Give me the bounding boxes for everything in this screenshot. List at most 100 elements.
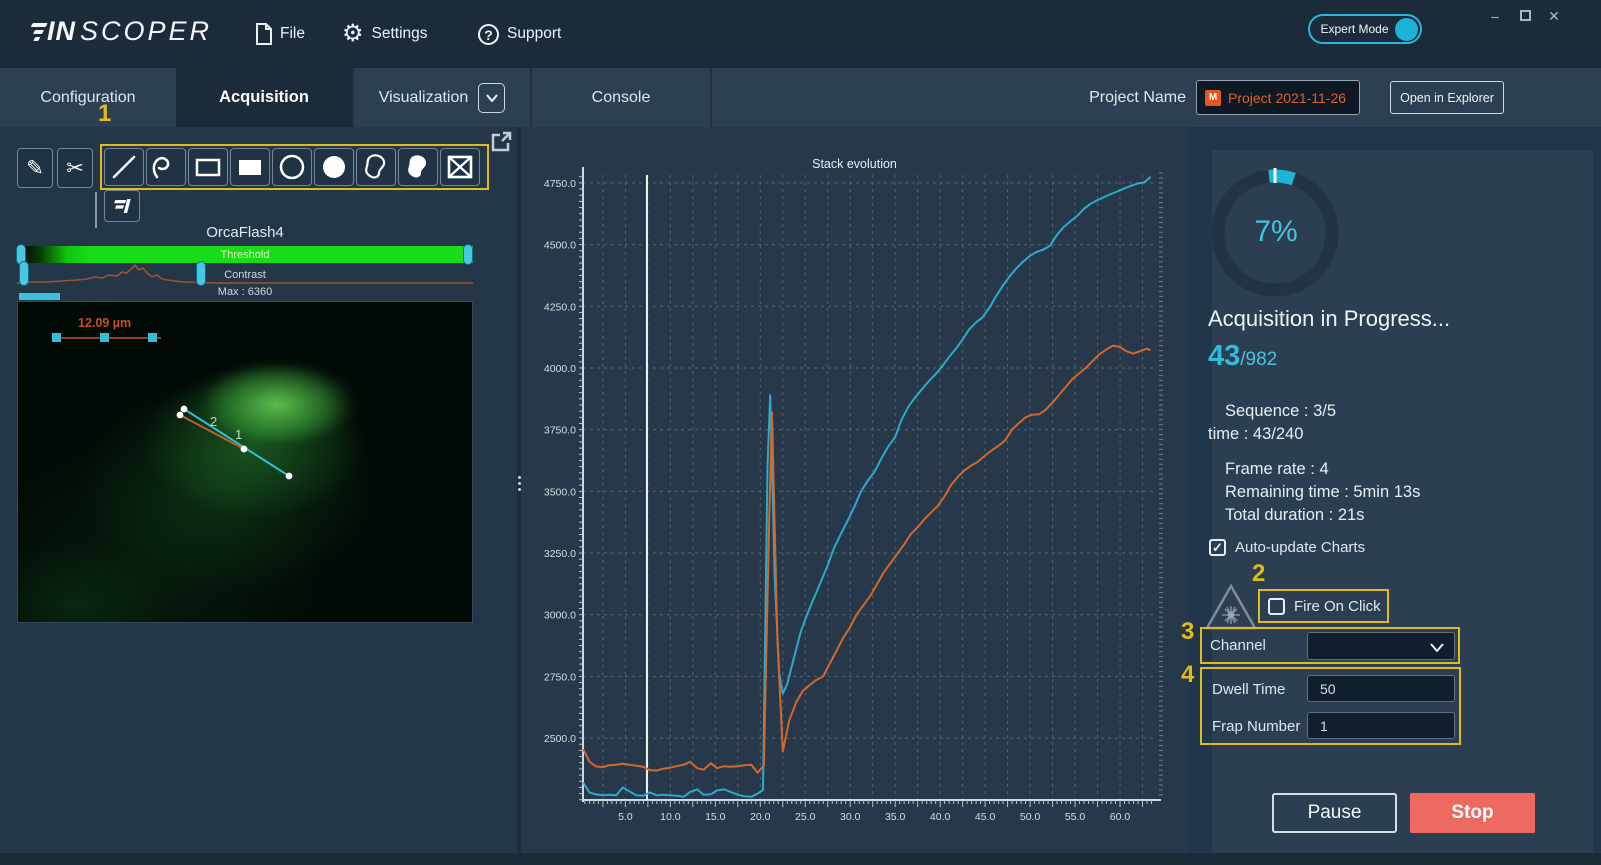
svg-text:30.0: 30.0 bbox=[840, 811, 861, 823]
roi-point bbox=[285, 472, 293, 480]
menu-settings[interactable]: ⚙ Settings bbox=[342, 0, 428, 68]
remaining-time-info: Remaining time : 5min 13s bbox=[1225, 483, 1421, 501]
menu-support[interactable]: ? Support bbox=[478, 0, 561, 68]
pencil-icon: ✎ bbox=[26, 156, 44, 180]
close-button[interactable]: ✕ bbox=[1543, 6, 1565, 26]
dwell-time-label: Dwell Time bbox=[1212, 681, 1286, 698]
svg-text:15.0: 15.0 bbox=[705, 811, 726, 823]
minimize-button[interactable]: – bbox=[1484, 6, 1506, 26]
fire-on-click-label: Fire On Click bbox=[1294, 597, 1381, 615]
time-info: time : 43/240 bbox=[1208, 425, 1304, 443]
circle-outline-icon bbox=[279, 154, 305, 180]
auto-update-charts-row: ✓ Auto-update Charts bbox=[1209, 539, 1365, 556]
threshold-handle-right[interactable] bbox=[463, 244, 473, 265]
annotation-1: 1 bbox=[98, 100, 112, 127]
tab-configuration[interactable]: Configuration bbox=[0, 68, 176, 127]
auto-update-label: Auto-update Charts bbox=[1235, 539, 1366, 556]
menu-file-label: File bbox=[280, 25, 305, 42]
camera-name: OrcaFlash4 bbox=[206, 224, 284, 241]
menu-support-label: Support bbox=[507, 25, 562, 42]
panel-splitter[interactable] bbox=[517, 127, 521, 865]
freeform-filled-icon bbox=[408, 155, 427, 178]
toolbar-separator bbox=[95, 192, 97, 228]
box-x-icon bbox=[447, 155, 473, 179]
expert-mode-toggle[interactable]: Expert Mode bbox=[1308, 14, 1422, 44]
svg-text:4000.0: 4000.0 bbox=[544, 363, 576, 375]
draw-tool-button[interactable]: ✎ bbox=[17, 148, 53, 188]
open-in-explorer-button[interactable]: Open in Explorer bbox=[1390, 81, 1504, 114]
rectangle-filled-tool-button[interactable] bbox=[230, 148, 270, 186]
toggle-knob bbox=[1395, 17, 1418, 41]
project-name-label: Project Name bbox=[1089, 88, 1186, 106]
tab-console[interactable]: Console bbox=[532, 68, 710, 127]
pause-button[interactable]: Pause bbox=[1272, 793, 1397, 833]
cut-tool-button[interactable]: ✂ bbox=[57, 148, 93, 188]
chart-panel: 2500.0 2750.0 3000.0 3250.0 3500.0 3750.0 4000… bbox=[521, 127, 1188, 865]
svg-text:40.0: 40.0 bbox=[930, 811, 951, 823]
svg-text:10.0: 10.0 bbox=[660, 811, 681, 823]
stop-button[interactable]: Stop bbox=[1410, 793, 1535, 833]
circle-outline-tool-button[interactable] bbox=[272, 148, 312, 186]
inscoper-send-button[interactable] bbox=[104, 190, 140, 222]
tab-visualization[interactable]: Visualization bbox=[354, 68, 530, 127]
acquisition-status-text: Acquisition in Progress... bbox=[1208, 306, 1451, 331]
fire-on-click-checkbox[interactable] bbox=[1268, 597, 1285, 615]
svg-text:45.0: 45.0 bbox=[975, 811, 996, 823]
freeform-outline-tool-button[interactable] bbox=[356, 148, 396, 186]
menu-file[interactable]: File bbox=[255, 0, 305, 68]
svg-text:4500.0: 4500.0 bbox=[544, 240, 576, 252]
laser-warning-icon bbox=[1204, 583, 1258, 630]
circle-filled-tool-button[interactable] bbox=[314, 148, 354, 186]
expert-mode-label: Expert Mode bbox=[1320, 22, 1389, 36]
popout-panel-button[interactable] bbox=[491, 131, 512, 157]
application-window: IN SCOPER File ⚙ Settings ? Support Expe… bbox=[0, 0, 1601, 865]
svg-text:35.0: 35.0 bbox=[885, 811, 906, 823]
image-overlays: 12.09 µm 2 1 bbox=[52, 316, 293, 480]
channel-dropdown[interactable] bbox=[1307, 632, 1455, 660]
annotation-3: 3 bbox=[1181, 618, 1195, 645]
roi-label-2: 2 bbox=[210, 414, 217, 429]
dwell-time-input[interactable] bbox=[1307, 675, 1455, 702]
live-image-view[interactable]: 12.09 µm 2 1 bbox=[17, 301, 473, 623]
roi-point bbox=[180, 405, 188, 413]
auto-update-checkbox[interactable]: ✓ bbox=[1209, 539, 1226, 556]
threshold-slider[interactable]: Threshold bbox=[17, 246, 473, 263]
tab-acquisition[interactable]: Acquisition bbox=[176, 68, 352, 127]
threshold-label: Threshold bbox=[220, 248, 270, 261]
svg-text:25.0: 25.0 bbox=[795, 811, 816, 823]
curve-tool-button[interactable] bbox=[146, 148, 186, 186]
project-name-value: Project 2021-11-26 bbox=[1228, 89, 1347, 106]
scale-handle-right bbox=[148, 333, 157, 342]
maximize-button[interactable] bbox=[1514, 6, 1536, 26]
tab-bar: Configuration Acquisition Visualization … bbox=[0, 68, 1601, 127]
logo-text: SCOPER bbox=[80, 16, 213, 46]
menu-settings-label: Settings bbox=[371, 25, 428, 42]
frap-settings-group: Dwell Time Frap Number bbox=[1200, 667, 1461, 745]
rectangle-outline-tool-button[interactable] bbox=[188, 148, 228, 186]
splitter-handle-icon[interactable] bbox=[515, 476, 523, 491]
frap-number-input[interactable] bbox=[1307, 712, 1455, 739]
svg-text:20.0: 20.0 bbox=[750, 811, 771, 823]
contrast-handle-right[interactable] bbox=[196, 261, 206, 286]
svg-text:2500.0: 2500.0 bbox=[544, 733, 576, 745]
circle-filled-icon bbox=[323, 156, 345, 178]
project-name-field[interactable]: M Project 2021-11-26 bbox=[1196, 80, 1360, 115]
chevron-down-icon bbox=[1430, 643, 1444, 652]
contrast-handle-left[interactable] bbox=[19, 261, 29, 286]
rectangle-outline-icon bbox=[195, 158, 221, 177]
line-tool-button[interactable] bbox=[104, 148, 144, 186]
question-icon: ? bbox=[478, 23, 499, 45]
roi-point bbox=[240, 445, 248, 453]
inscoper-logo: IN SCOPER bbox=[28, 16, 212, 47]
frame-counter: 43/982 bbox=[1208, 340, 1277, 373]
svg-text:3000.0: 3000.0 bbox=[544, 610, 576, 622]
freeform-filled-tool-button[interactable] bbox=[398, 148, 438, 186]
frames-current: 43 bbox=[1208, 340, 1241, 372]
svg-text:60.0: 60.0 bbox=[1110, 811, 1131, 823]
window-bottom-edge bbox=[0, 853, 1601, 865]
clear-roi-tool-button[interactable] bbox=[440, 148, 480, 186]
visualization-dropdown-button[interactable] bbox=[478, 82, 506, 113]
open-external-icon bbox=[491, 131, 512, 152]
chevron-down-icon bbox=[485, 93, 498, 102]
roi-label-1: 1 bbox=[235, 427, 242, 442]
